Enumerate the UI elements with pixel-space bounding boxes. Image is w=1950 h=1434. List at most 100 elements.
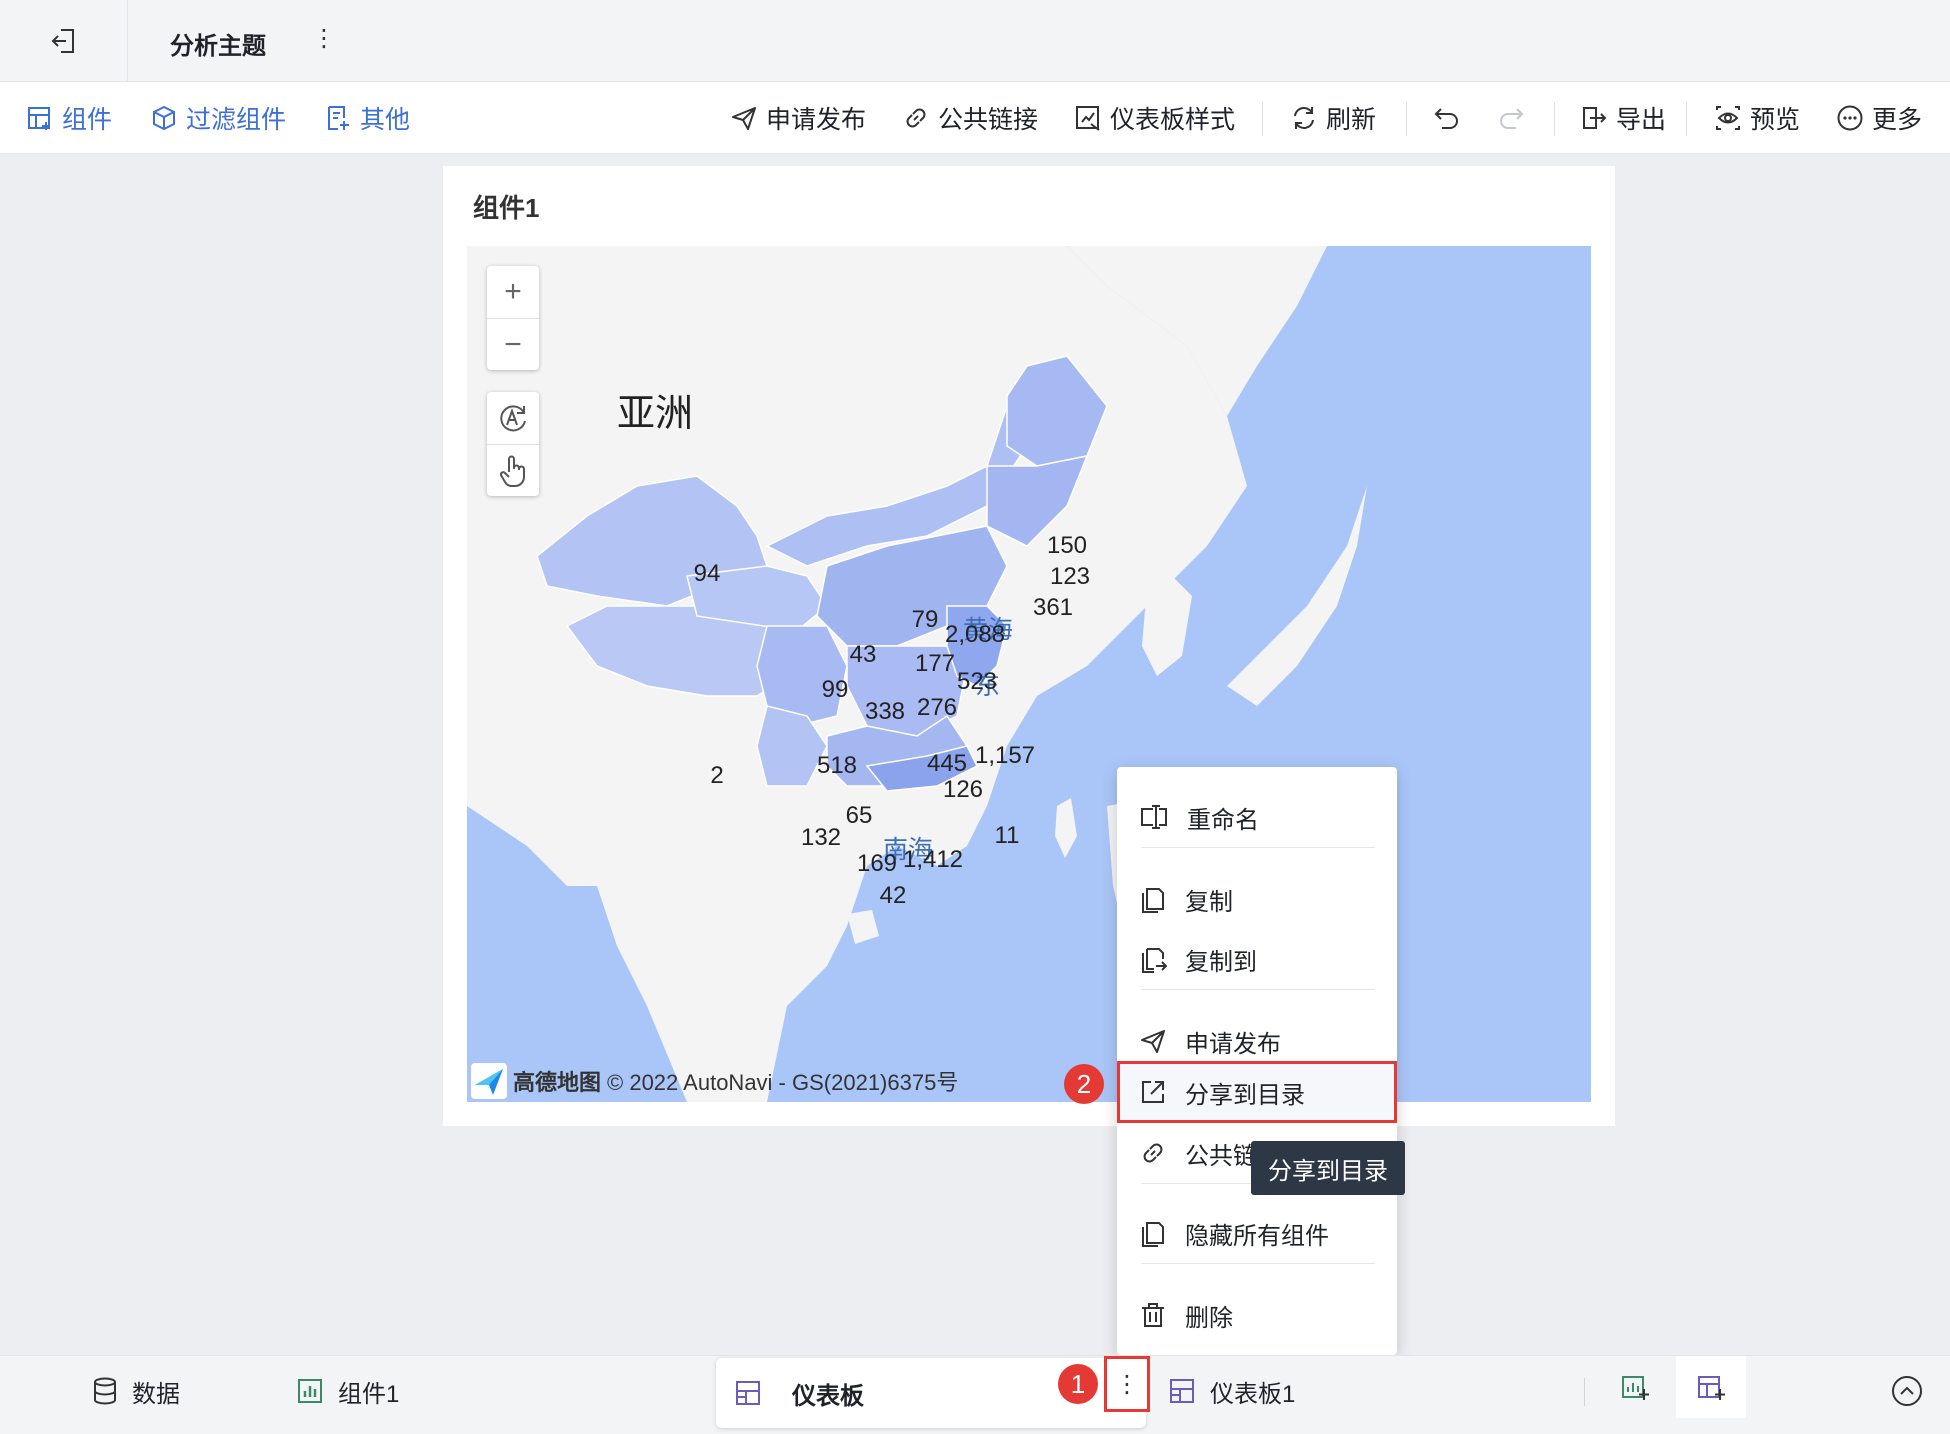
- province-value: 2: [710, 762, 724, 789]
- menu-divider: [1141, 847, 1375, 848]
- filter-component-icon: [153, 105, 175, 131]
- dashboard-style-label: 仪表板样式: [1110, 106, 1236, 134]
- pan-button[interactable]: [487, 444, 539, 496]
- tab-label: 数据: [132, 1380, 180, 1408]
- province-value: 132: [800, 824, 842, 851]
- rotate-icon: [500, 405, 526, 432]
- trash-icon: [1142, 1303, 1164, 1327]
- public-link-label: 公共链接: [938, 106, 1039, 134]
- menu-divider: [1141, 989, 1375, 990]
- dashboard-tab-more-button[interactable]: ⋮: [1104, 1356, 1150, 1412]
- menu-divider: [1141, 1263, 1375, 1264]
- zoom-control: + −: [487, 266, 539, 370]
- dashboard-style-icon: [1076, 106, 1100, 131]
- land-japan: [1227, 486, 1367, 706]
- menu-item-label: 分享到目录: [1185, 1081, 1305, 1109]
- map-view[interactable]: 亚洲 黄海 东 南海 94 150 123 361 79 2,088 43 17…: [467, 246, 1591, 1102]
- menu-item-label: 复制: [1185, 888, 1233, 916]
- toolbar-divider: [1262, 102, 1263, 136]
- preview-button[interactable]: 预览: [1714, 82, 1800, 154]
- back-button[interactable]: [0, 0, 128, 82]
- tab-label: 组件1: [338, 1380, 400, 1408]
- tab-label: 仪表板1: [1210, 1380, 1296, 1408]
- province-value: 94: [693, 560, 721, 587]
- menu-item-copy-to[interactable]: 复制到: [1117, 929, 1397, 989]
- land-korea: [1142, 576, 1192, 676]
- copy-icon: [1142, 888, 1164, 913]
- database-icon: [94, 1377, 116, 1405]
- apply-publish-label: 申请发布: [766, 106, 867, 134]
- share-icon: [1142, 1081, 1164, 1103]
- province-value: 1,157: [974, 742, 1036, 769]
- filter-component-label: 过滤组件: [186, 106, 287, 134]
- dashboard-style-button[interactable]: 仪表板样式: [1074, 82, 1235, 154]
- public-link-button[interactable]: 公共链接: [902, 82, 1038, 154]
- auto-rotate-button[interactable]: [487, 392, 539, 444]
- export-icon: [1583, 107, 1607, 129]
- menu-item-label: 复制到: [1185, 948, 1257, 976]
- undo-button[interactable]: [1432, 82, 1462, 154]
- rename-icon: [1141, 805, 1167, 829]
- dashboard-grid-icon: [1170, 1379, 1194, 1403]
- menu-item-share-to-catalog[interactable]: 分享到目录: [1117, 1061, 1397, 1123]
- link-icon: [1143, 1143, 1163, 1163]
- apply-publish-button[interactable]: 申请发布: [730, 82, 866, 154]
- province-value: 65: [845, 802, 873, 829]
- refresh-icon: [1294, 107, 1314, 129]
- component-card[interactable]: 组件1 亚洲 黄海 东 南海 94 150 123 361 79 2,088 4…: [443, 166, 1615, 1126]
- preview-icon: [1716, 106, 1740, 130]
- add-chart-button[interactable]: [1604, 1356, 1666, 1418]
- topic-more-icon[interactable]: ⋮: [312, 24, 336, 53]
- tab-component1[interactable]: 组件1: [296, 1356, 399, 1426]
- dashboard-grid-icon: [736, 1381, 760, 1405]
- land-taiwan: [1055, 798, 1077, 858]
- dashboard-context-menu: 重命名 复制 复制到 申请发布 分享到目录 公共链接 隐藏所有组件 删除: [1117, 767, 1397, 1355]
- map-geography: [467, 246, 1367, 1102]
- zoom-in-button[interactable]: +: [487, 266, 539, 318]
- province-value: 1,412: [902, 846, 964, 873]
- collapse-tabbar-button[interactable]: [1892, 1376, 1922, 1406]
- redo-button[interactable]: [1496, 82, 1526, 154]
- send-icon: [1141, 1030, 1165, 1053]
- add-component-button[interactable]: 组件: [26, 82, 112, 154]
- more-label: 更多: [1872, 106, 1923, 134]
- menu-item-hide-components[interactable]: 隐藏所有组件: [1117, 1203, 1397, 1263]
- menu-item-delete[interactable]: 删除: [1117, 1285, 1397, 1345]
- preview-label: 预览: [1750, 106, 1801, 134]
- step-badge-1: 1: [1058, 1364, 1098, 1404]
- province-value: 445: [926, 750, 968, 777]
- toolbar-divider: [1406, 102, 1407, 136]
- province-value: 42: [879, 882, 907, 909]
- menu-item-label: 申请发布: [1185, 1030, 1281, 1058]
- refresh-button[interactable]: 刷新: [1290, 82, 1376, 154]
- add-component-label: 组件: [62, 106, 113, 134]
- export-label: 导出: [1616, 106, 1667, 134]
- top-bar: 分析主题 ⋮: [0, 0, 1950, 82]
- other-button[interactable]: 其他: [324, 82, 410, 154]
- province-value: 99: [821, 676, 849, 703]
- tab-dashboard1[interactable]: 仪表板1: [1168, 1356, 1295, 1426]
- province-value: 126: [942, 776, 984, 803]
- add-dashboard-icon: [1698, 1376, 1725, 1400]
- component-title: 组件1: [473, 193, 540, 223]
- other-icon: [328, 106, 349, 130]
- send-icon: [732, 107, 756, 130]
- bar-chart-icon: [298, 1379, 322, 1403]
- chevron-up-icon: [1900, 1386, 1914, 1395]
- filter-component-button[interactable]: 过滤组件: [150, 82, 286, 154]
- menu-item-copy[interactable]: 复制: [1117, 869, 1397, 929]
- zoom-out-button[interactable]: −: [487, 318, 539, 370]
- export-button[interactable]: 导出: [1580, 82, 1666, 154]
- tab-data[interactable]: 数据: [92, 1356, 180, 1426]
- menu-item-rename[interactable]: 重命名: [1117, 787, 1397, 847]
- more-button[interactable]: 更多: [1836, 82, 1922, 154]
- toolbar: 组件 过滤组件 其他 申请发布 公共链接 仪表板样式 刷新 导出 预览 更多: [0, 82, 1950, 154]
- link-icon: [906, 108, 926, 128]
- continent-label: 亚洲: [617, 393, 694, 435]
- tabbar-divider: [1584, 1378, 1585, 1406]
- province-value: 518: [816, 752, 858, 779]
- add-dashboard-button[interactable]: [1676, 1356, 1746, 1418]
- hand-pointer-icon: [499, 455, 525, 487]
- province-value: 123: [1049, 563, 1091, 590]
- map-tools: [487, 392, 539, 496]
